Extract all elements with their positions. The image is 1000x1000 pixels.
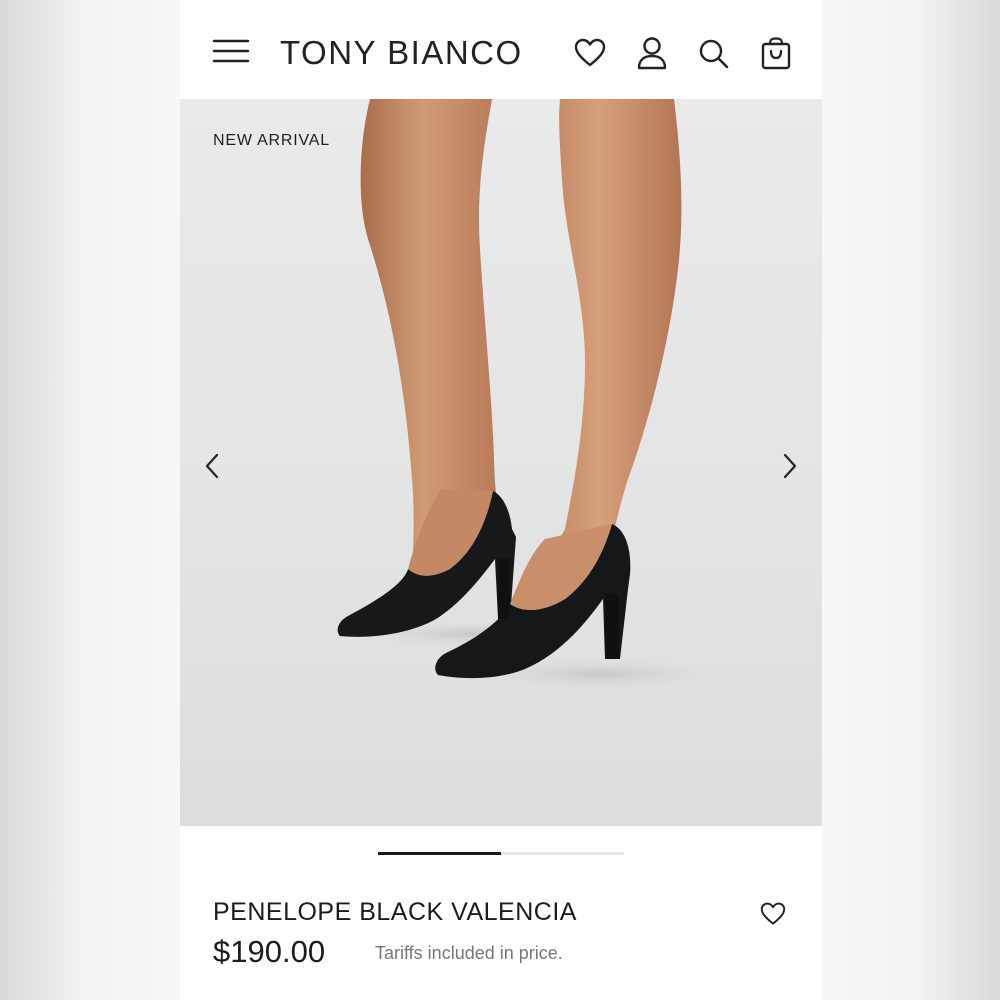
product-photo <box>337 99 730 690</box>
carousel-prev-arrow-icon[interactable] <box>204 453 220 484</box>
heart-icon[interactable] <box>574 38 606 68</box>
wishlist-heart-icon[interactable] <box>760 902 786 926</box>
carousel-next-arrow-icon[interactable] <box>782 453 798 484</box>
tariff-note: Tariffs included in price. <box>375 943 563 963</box>
mobile-page: TONY BIANCO NEW ARRIVAL PENELOPE BLACK V… <box>180 0 822 1000</box>
user-icon[interactable] <box>636 36 668 70</box>
product-title: PENELOPE BLACK VALENCIA <box>213 898 577 926</box>
brand-logo[interactable]: TONY BIANCO <box>280 33 532 73</box>
product-price: $190.00 <box>213 934 326 969</box>
carousel-progress-bar <box>378 852 624 855</box>
search-icon[interactable] <box>698 38 730 70</box>
new-arrival-badge: NEW ARRIVAL <box>213 132 330 149</box>
site-header: TONY BIANCO <box>180 0 822 99</box>
menu-icon[interactable] <box>212 38 250 64</box>
product-image-carousel[interactable]: NEW ARRIVAL <box>180 99 822 826</box>
shopping-bag-icon[interactable] <box>760 37 792 71</box>
carousel-progress-fill <box>378 852 501 855</box>
